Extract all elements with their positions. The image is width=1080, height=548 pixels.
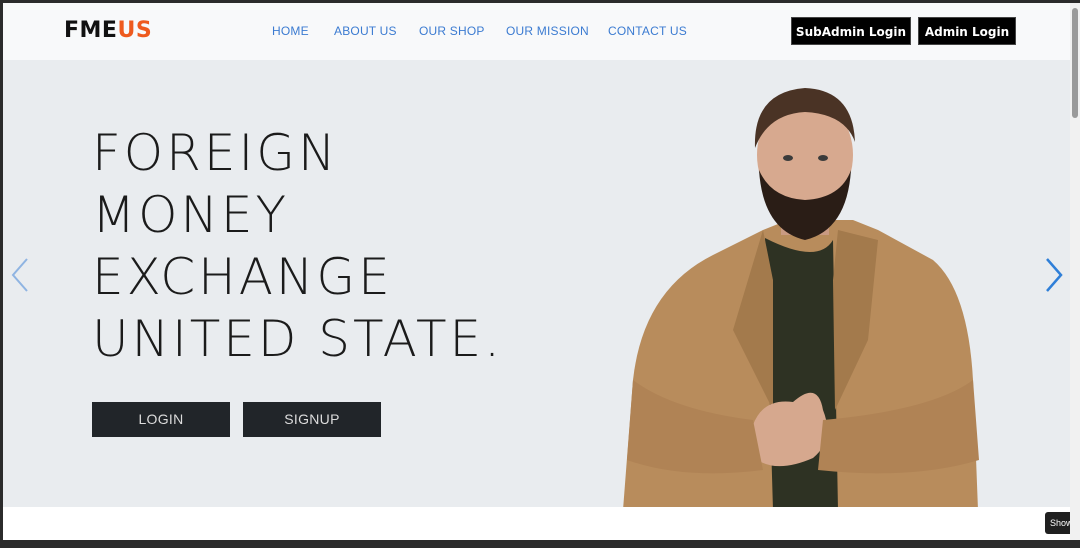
nav-contact-link[interactable]: CONTACT US: [608, 24, 687, 38]
brand-logo-part2: US: [117, 18, 153, 43]
hero-carousel: FOREIGN MONEY EXCHANGE UNITED STATE. LOG…: [3, 60, 1070, 507]
page: FMEUS HOME ABOUT US OUR SHOP OUR MISSION…: [3, 3, 1070, 540]
hero-person-image: [623, 88, 979, 507]
carousel-prev-icon[interactable]: [9, 255, 33, 295]
hero-title-line: UNITED STATE.: [92, 310, 504, 368]
admin-login-button[interactable]: Admin Login: [918, 17, 1016, 45]
nav-mission-link[interactable]: OUR MISSION: [506, 24, 589, 38]
hero-title-line: FOREIGN: [92, 124, 339, 182]
login-button[interactable]: LOGIN: [92, 402, 230, 437]
hero-title-line: EXCHANGE: [92, 248, 393, 306]
hero-title: FOREIGN MONEY EXCHANGE UNITED STATE.: [92, 122, 503, 370]
section-divider: [3, 507, 1070, 540]
navbar: FMEUS HOME ABOUT US OUR SHOP OUR MISSION…: [3, 3, 1070, 60]
signup-button[interactable]: SIGNUP: [243, 402, 381, 437]
hero-title-line: MONEY: [92, 186, 290, 244]
brand-logo-part1: FME: [64, 18, 118, 43]
subadmin-login-button[interactable]: SubAdmin Login: [791, 17, 911, 45]
vertical-scrollbar[interactable]: [1070, 3, 1080, 540]
brand-logo[interactable]: FMEUS: [64, 18, 152, 43]
nav-about-link[interactable]: ABOUT US: [334, 24, 397, 38]
scrollbar-thumb[interactable]: [1072, 8, 1078, 118]
carousel-next-icon[interactable]: [1041, 255, 1065, 295]
nav-home-link[interactable]: HOME: [272, 24, 309, 38]
nav-shop-link[interactable]: OUR SHOP: [419, 24, 485, 38]
